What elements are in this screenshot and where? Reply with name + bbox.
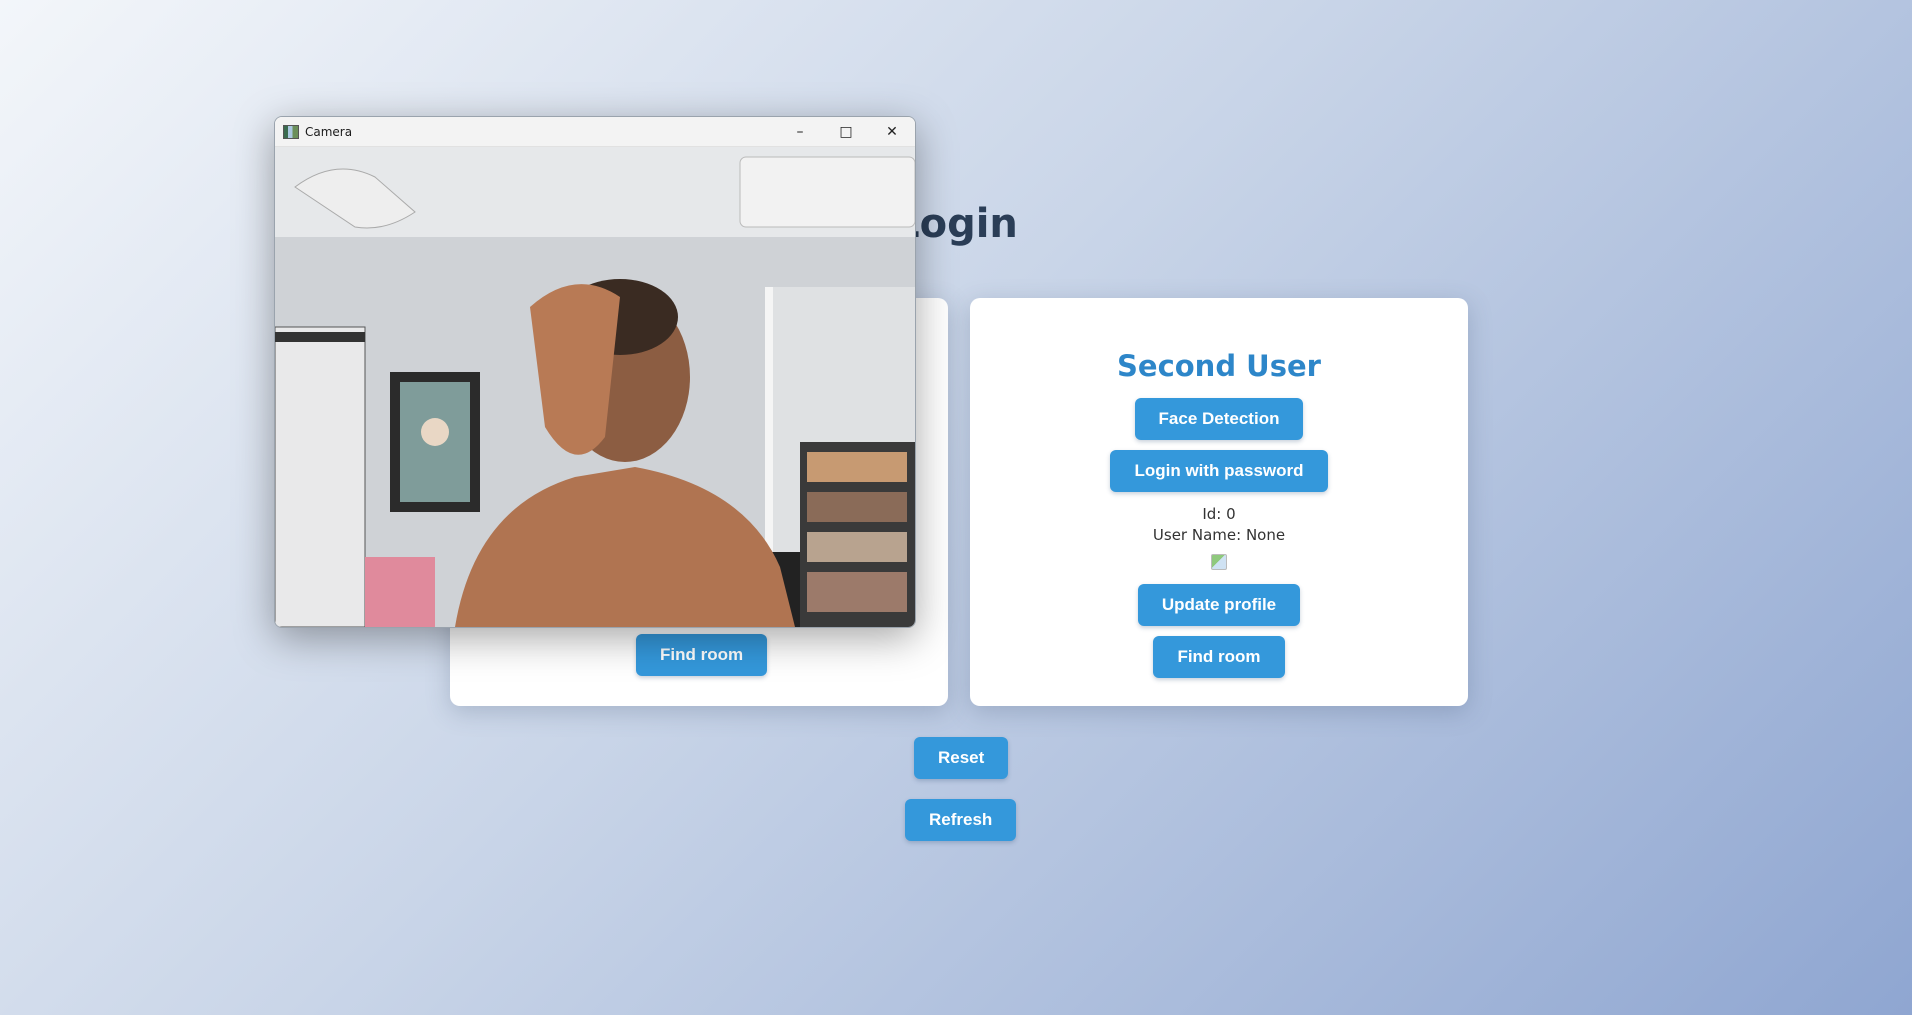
camera-feed [275,147,915,627]
refresh-button[interactable]: Refresh [905,799,1017,841]
user-name-text: User Name: None [1152,526,1286,544]
login-with-password-button[interactable]: Login with password [1110,450,1328,492]
camera-window-title: Camera [305,124,353,139]
update-profile-button[interactable]: Update profile [1137,584,1301,626]
camera-titlebar[interactable]: Camera – □ ✕ [275,117,915,147]
camera-feed-image [275,147,915,627]
second-user-title: Second User [1117,349,1321,383]
minimize-icon[interactable]: – [777,117,823,146]
second-user-find-room-button[interactable]: Find room [1153,636,1285,678]
maximize-icon[interactable]: □ [823,117,869,146]
reset-button[interactable]: Reset [914,737,1009,779]
profile-image-placeholder-icon [1211,554,1227,570]
first-user-find-room-button[interactable]: Find room [636,634,768,676]
camera-window[interactable]: Camera – □ ✕ [274,116,916,628]
second-user-card: Second User Face Detection Login with pa… [970,298,1468,706]
user-id-text: Id: 0 [1202,505,1236,523]
close-icon[interactable]: ✕ [869,117,915,146]
face-detection-button[interactable]: Face Detection [1134,398,1304,440]
camera-app-icon [283,124,299,139]
user-info: Id: 0 User Name: None [1153,504,1285,546]
second-user-card-content: Second User Face Detection Login with pa… [970,348,1468,688]
